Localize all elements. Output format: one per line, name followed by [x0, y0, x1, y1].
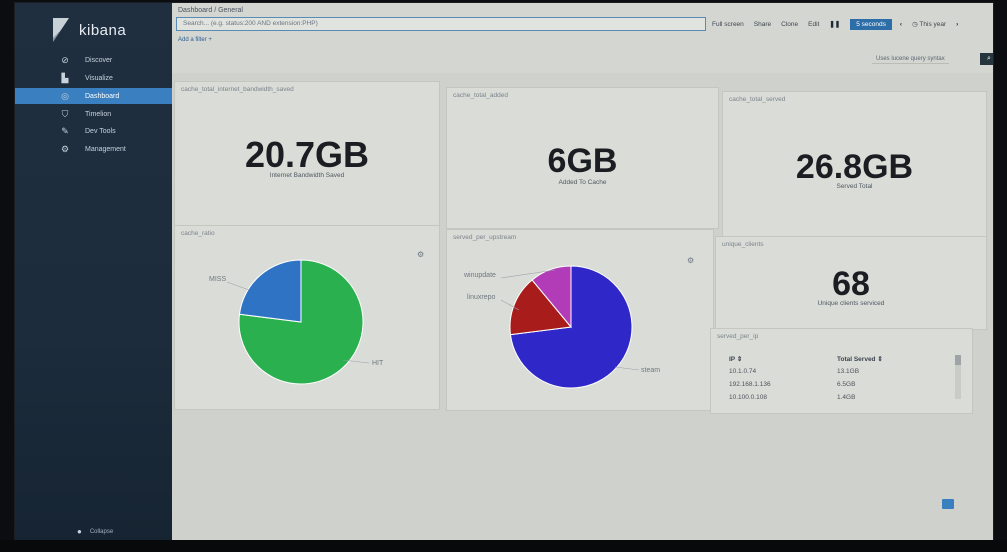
- pie-chart-cache-ratio: HIT MISS: [209, 259, 384, 385]
- cell-total-served: 6.5GB: [837, 381, 856, 388]
- pie-slice-miss[interactable]: [238, 259, 302, 323]
- column-header-total-served[interactable]: Total Served ⇕: [837, 355, 947, 363]
- metric-label: Added To Cache: [558, 179, 607, 186]
- table-header: IP ⇕ Total Served ⇕: [729, 355, 961, 363]
- collapse-label: Collapse: [89, 528, 114, 535]
- sidebar-item-label: Discover: [85, 56, 113, 64]
- edit-button[interactable]: Edit: [808, 21, 819, 28]
- cell-total-served: 13.1GB: [837, 368, 860, 375]
- search-icon[interactable]: ⌕: [980, 53, 993, 65]
- pie-label-leader: [226, 281, 250, 291]
- scrollbar-thumb[interactable]: [955, 355, 961, 365]
- panel-unique-clients: unique_clients 68 Unique clients service…: [715, 236, 987, 330]
- collapse-icon: ●: [77, 527, 82, 536]
- metric-value: 6GB: [547, 142, 618, 180]
- panel-bandwidth-saved: cache_total_internet_bandwidth_saved 20.…: [174, 81, 440, 226]
- panel-title: unique_clients: [722, 241, 764, 248]
- monitor-bezel: [0, 540, 1007, 552]
- ip-table: IP ⇕ Total Served ⇕ 10.1.0.74 13.1GB 192…: [729, 355, 961, 407]
- sidebar-item-visualize[interactable]: ▙ Visualize: [15, 70, 172, 86]
- sidebar: kibana ⊘ Discover ▙ Visualize ◎ Dashboar…: [15, 3, 172, 547]
- chevron-right-icon[interactable]: ›: [956, 21, 958, 28]
- sidebar-item-label: Timelion: [85, 110, 112, 118]
- breadcrumb[interactable]: Dashboard / General: [178, 7, 243, 14]
- metric-value: 26.8GB: [795, 148, 914, 186]
- sidebar-item-label: Dashboard: [85, 92, 120, 100]
- panel-served-total: cache_total_served 26.8GB Served Total: [722, 91, 987, 237]
- bar-chart-icon: ▙: [61, 72, 69, 83]
- pie-label-leader: [614, 366, 640, 371]
- cell-ip: 192.168.1.136: [729, 381, 771, 388]
- sidebar-item-dashboard[interactable]: ◎ Dashboard: [15, 88, 172, 104]
- monitor-screen: kibana ⊘ Discover ▙ Visualize ◎ Dashboar…: [14, 2, 994, 548]
- edge-tab-icon[interactable]: [942, 499, 954, 509]
- panel-served-per-ip: served_per_ip IP ⇕ Total Served ⇕ 10.1.0…: [710, 328, 973, 414]
- pie-label-linuxrepo: linuxrepo: [467, 294, 496, 301]
- share-button[interactable]: Share: [754, 21, 771, 28]
- sidebar-item-timelion[interactable]: ⛉ Timelion: [15, 106, 172, 122]
- panel-title: cache_total_internet_bandwidth_saved: [181, 86, 294, 93]
- sidebar-item-label: Management: [85, 145, 126, 153]
- cell-ip: 10.1.0.74: [729, 368, 757, 375]
- pause-icon[interactable]: ❚❚: [829, 20, 840, 28]
- timelion-icon: ⛉: [61, 108, 69, 119]
- add-filter-link[interactable]: Add a filter +: [178, 37, 212, 43]
- metric-value: 20.7GB: [244, 134, 370, 175]
- refresh-interval-button[interactable]: 5 seconds: [850, 18, 892, 30]
- collapse-button[interactable]: ● Collapse: [77, 527, 113, 536]
- column-header-ip[interactable]: IP ⇕: [729, 355, 837, 363]
- sidebar-item-label: Dev Tools: [85, 127, 116, 135]
- cell-ip: 10.100.0.108: [729, 394, 767, 401]
- chevron-left-icon[interactable]: ‹: [900, 21, 902, 28]
- full-screen-button[interactable]: Full screen: [712, 21, 744, 28]
- panel-title: served_per_ip: [717, 333, 759, 340]
- top-bar: Dashboard / General Search... (e.g. stat…: [172, 3, 993, 73]
- wrench-icon: ✎: [61, 125, 69, 136]
- pie-label-winupdate: winupdate: [463, 272, 496, 279]
- pie-label-hit: HIT: [372, 360, 384, 367]
- pie-label-steam: steam: [641, 367, 660, 374]
- metric-label: Unique clients serviced: [817, 300, 885, 307]
- table-row: 10.100.0.108 1.4GB: [729, 394, 961, 401]
- brand[interactable]: kibana: [53, 17, 163, 43]
- table-row: 10.1.0.74 13.1GB: [729, 368, 961, 375]
- sidebar-item-discover[interactable]: ⊘ Discover: [15, 52, 172, 68]
- sidebar-item-dev-tools[interactable]: ✎ Dev Tools: [15, 123, 172, 139]
- top-menu: Full screen Share Clone Edit ❚❚ 5 second…: [712, 17, 968, 31]
- cell-total-served: 1.4GB: [837, 394, 856, 401]
- sidebar-item-label: Visualize: [85, 74, 113, 82]
- panel-served-per-upstream: served_per_upstream ⚙ steam linuxrepo winu…: [446, 229, 714, 411]
- compass-icon: ⊘: [61, 54, 69, 65]
- panel-title: cache_total_served: [729, 96, 786, 103]
- query-syntax-link[interactable]: Uses lucene query syntax: [872, 55, 949, 64]
- panel-title: cache_total_added: [453, 92, 508, 99]
- time-picker-button[interactable]: ◷ This year: [912, 20, 946, 28]
- metric-label: Served Total: [836, 183, 873, 190]
- dashboard-icon: ◎: [61, 90, 69, 101]
- metric-label: Internet Bandwidth Saved: [269, 172, 345, 179]
- metric-value: 68: [832, 265, 870, 303]
- panel-cache-added: cache_total_added 6GB Added To Cache: [446, 87, 719, 229]
- search-input[interactable]: Search... (e.g. status:200 AND extension…: [176, 17, 706, 31]
- pie-label-miss: MISS: [209, 276, 226, 283]
- panel-cache-ratio: cache_ratio ⚙ HIT MISS: [174, 225, 440, 410]
- table-row: 192.168.1.136 6.5GB: [729, 381, 961, 388]
- sidebar-item-management[interactable]: ⚙ Management: [15, 141, 172, 157]
- gear-icon: ⚙: [60, 143, 70, 154]
- kibana-logo-icon: [53, 18, 69, 42]
- brand-name: kibana: [79, 21, 127, 39]
- pie-chart-served-per-upstream: steam linuxrepo winupdate: [463, 265, 660, 389]
- table-scrollbar[interactable]: [955, 355, 961, 399]
- clone-button[interactable]: Clone: [781, 21, 798, 28]
